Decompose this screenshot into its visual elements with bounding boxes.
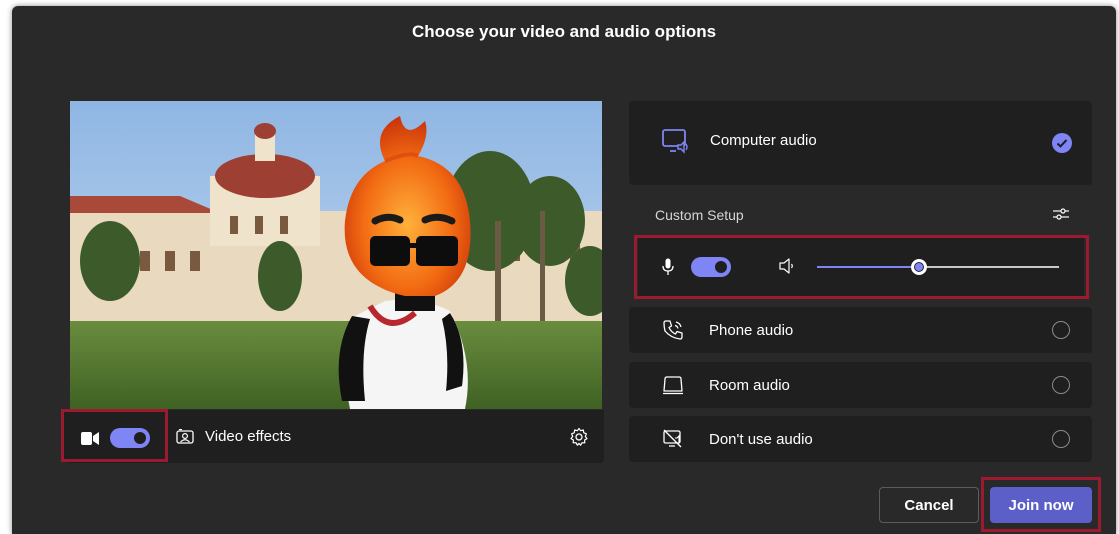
no-audio-label: Don't use audio	[709, 431, 813, 448]
microphone-icon	[662, 258, 674, 275]
custom-setup-panel: Custom Setup	[629, 185, 1092, 303]
phone-audio-option[interactable]: Phone audio	[629, 307, 1092, 353]
room-audio-label: Room audio	[709, 377, 790, 394]
room-audio-option[interactable]: Room audio	[629, 362, 1092, 408]
slider-thumb[interactable]	[911, 259, 927, 275]
room-audio-radio[interactable]	[1052, 376, 1070, 394]
computer-audio-checkmark-icon	[1052, 133, 1072, 153]
camera-icon	[81, 432, 99, 445]
video-effects-label[interactable]: Video effects	[205, 428, 291, 445]
phone-audio-radio[interactable]	[1052, 321, 1070, 339]
device-controls-row	[638, 238, 1084, 296]
camera-preview-image	[70, 101, 602, 409]
dialog-title: Choose your video and audio options	[411, 22, 717, 41]
speaker-icon	[779, 258, 793, 274]
microphone-toggle[interactable]	[691, 257, 731, 277]
slider-fill	[817, 266, 919, 268]
video-controls-bar: Video effects	[64, 410, 604, 463]
video-preview	[70, 101, 602, 409]
no-audio-icon	[663, 429, 682, 448]
room-audio-icon	[663, 376, 683, 395]
audio-settings-icon[interactable]	[1052, 205, 1070, 223]
camera-toggle[interactable]	[110, 428, 150, 448]
no-audio-option[interactable]: Don't use audio	[629, 416, 1092, 462]
no-audio-radio[interactable]	[1052, 430, 1070, 448]
custom-setup-label: Custom Setup	[655, 207, 744, 223]
phone-audio-label: Phone audio	[709, 322, 794, 339]
computer-audio-option[interactable]: Computer audio	[629, 101, 1092, 185]
phone-audio-icon	[663, 320, 683, 340]
computer-audio-label: Computer audio	[710, 132, 817, 149]
join-now-button[interactable]: Join now	[990, 487, 1092, 523]
computer-audio-icon	[662, 129, 688, 154]
camera-toggle-knob	[134, 432, 146, 444]
speaker-volume-slider[interactable]	[817, 259, 1059, 275]
cancel-button[interactable]: Cancel	[879, 487, 979, 523]
gear-icon[interactable]	[569, 427, 589, 447]
device-settings-dialog: Choose your video and audio options Vide…	[12, 6, 1116, 534]
microphone-toggle-knob	[715, 261, 727, 273]
video-effects-icon[interactable]	[176, 429, 194, 445]
